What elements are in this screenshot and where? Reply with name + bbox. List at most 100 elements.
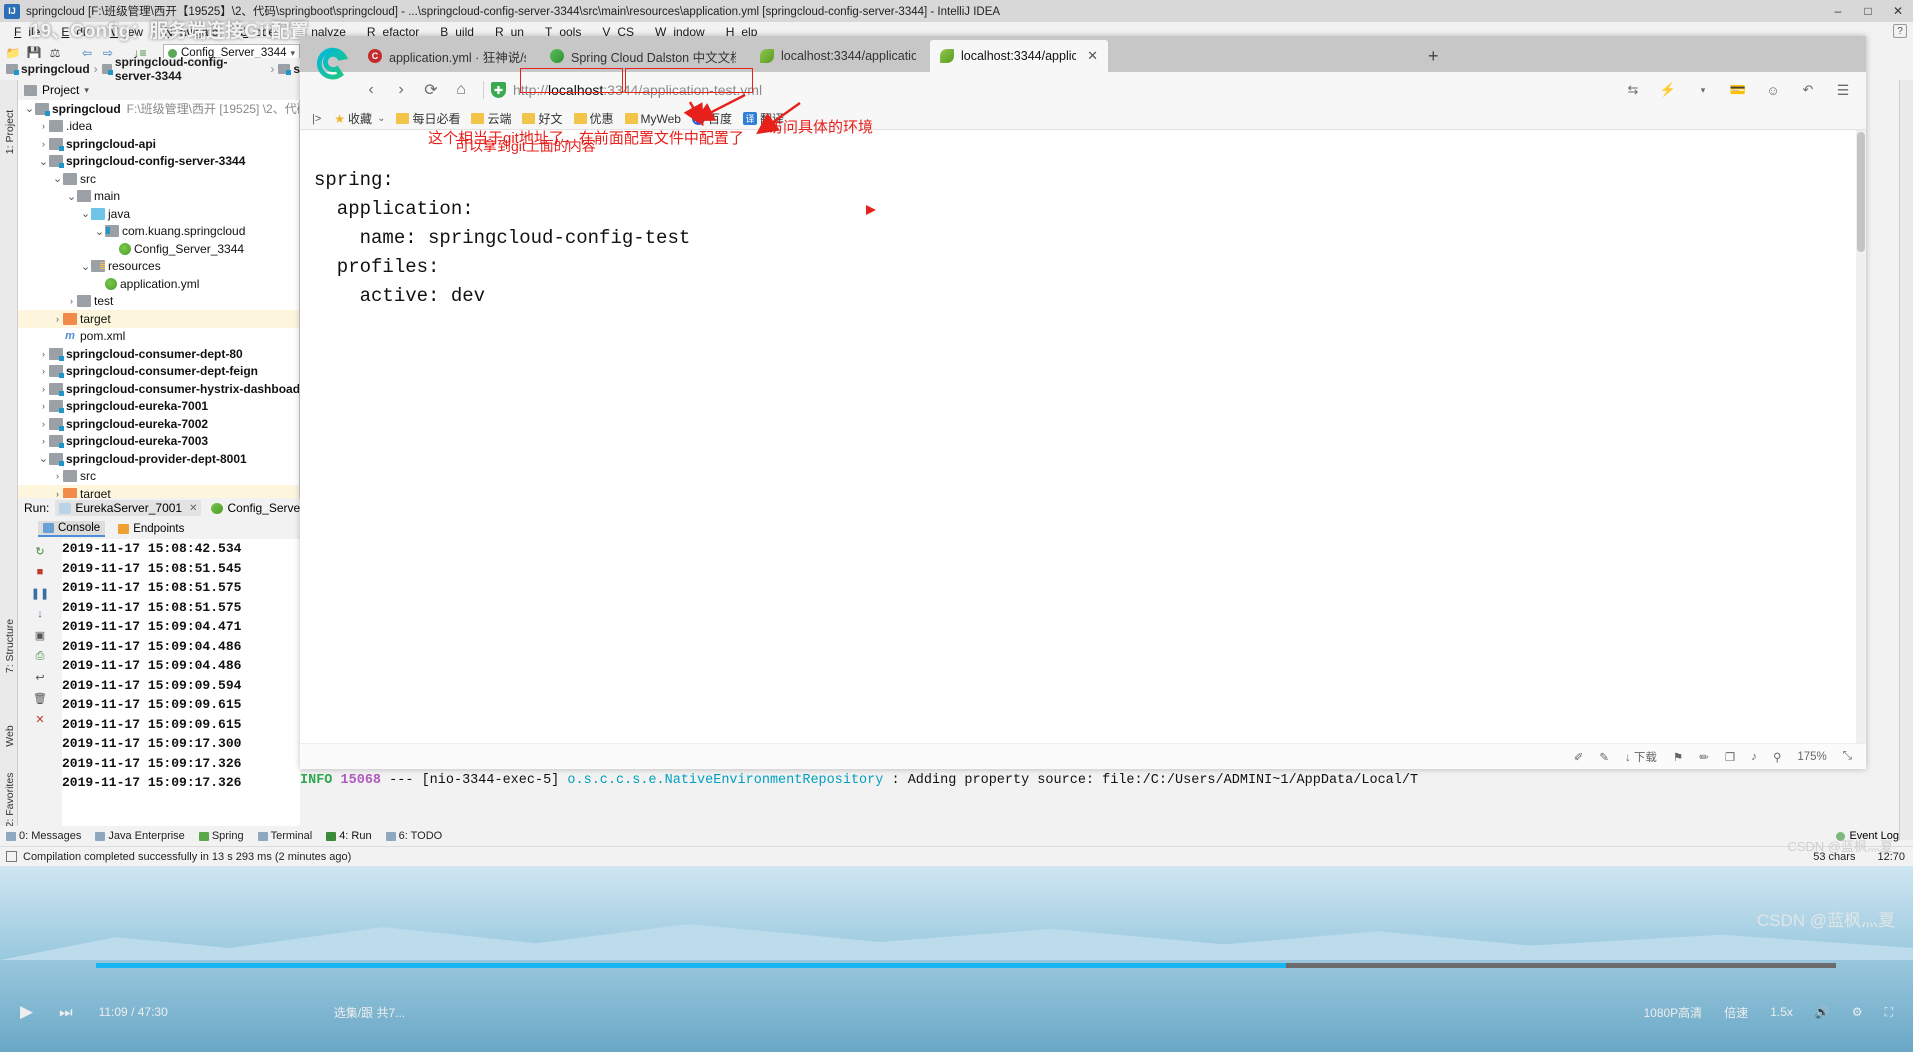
breadcrumb-item-0[interactable]: springcloud: [6, 62, 90, 76]
page-scrollbar[interactable]: [1856, 130, 1866, 743]
tree-node[interactable]: ⌄ com.kuang.springcloud: [18, 223, 299, 241]
sidebar-tab-web[interactable]: Web: [4, 704, 16, 768]
tree-node[interactable]: application.yml: [18, 275, 299, 293]
forward-button[interactable]: ›: [386, 75, 416, 105]
bookmark-0[interactable]: ★ 收藏 ⌄: [330, 109, 389, 128]
chevron-right-icon[interactable]: ›: [38, 366, 49, 376]
resize-icon[interactable]: ⤡: [1843, 750, 1852, 763]
flag-icon[interactable]: ⚑: [1673, 750, 1683, 764]
browser-tab-3[interactable]: localhost:3344/application-tes ✕: [930, 40, 1108, 72]
tool-window-terminal[interactable]: Terminal: [257, 830, 312, 842]
chevron-down-icon[interactable]: ▾: [1688, 75, 1718, 105]
tree-node[interactable]: ⌄ springcloud F:\班级管理\西开 [19525] \2、代码\spr…: [18, 100, 299, 118]
chevron-down-icon[interactable]: ⌄: [24, 102, 35, 115]
chevron-right-icon[interactable]: ›: [52, 314, 63, 324]
tree-node[interactable]: › springcloud-consumer-dept-80: [18, 345, 299, 363]
stop-icon[interactable]: ■: [31, 563, 49, 581]
chevron-right-icon[interactable]: ›: [38, 349, 49, 359]
trash-icon[interactable]: 🗑: [31, 689, 49, 707]
bookmark-6[interactable]: 熊百度: [688, 109, 736, 128]
wallet-icon[interactable]: 💳: [1723, 75, 1753, 105]
run-tab-0[interactable]: EurekaServer_7001 ✕: [55, 500, 202, 516]
tree-node[interactable]: › .idea: [18, 118, 299, 136]
status-175%[interactable]: 175%: [1797, 751, 1826, 763]
chevron-right-icon[interactable]: ›: [38, 139, 49, 149]
video-playlist-label[interactable]: 选集/跟 共7...: [334, 1004, 405, 1021]
run-subtab-console[interactable]: Console: [38, 520, 106, 537]
reload-button[interactable]: ⟳: [416, 75, 446, 105]
new-tab-button[interactable]: +: [1428, 46, 1439, 67]
console-output[interactable]: 2019-11-17 15:08:42.534 2019-11-17 15:08:…: [62, 539, 300, 839]
chevron-right-icon[interactable]: ›: [66, 296, 77, 306]
status-下载[interactable]: ↓ 下载: [1625, 749, 1657, 765]
tree-node[interactable]: › springcloud-consumer-dept-feign: [18, 363, 299, 381]
browser-tab-2[interactable]: localhost:3344/application-de: [750, 40, 926, 72]
tree-node[interactable]: ⌄ src: [18, 170, 299, 188]
pen-icon[interactable]: ✎: [1599, 750, 1609, 764]
close-icon[interactable]: ✕: [31, 710, 49, 728]
sound-icon[interactable]: ♪: [1751, 751, 1757, 763]
tool-window-spring[interactable]: Spring: [198, 830, 244, 842]
bookmark-4[interactable]: 优惠: [570, 109, 618, 128]
tree-node[interactable]: ⌄ springcloud-provider-dept-8001: [18, 450, 299, 468]
browser-tab-0[interactable]: Capplication.yml · 狂神说/spring: [358, 40, 536, 72]
tree-node[interactable]: ⌄ main: [18, 188, 299, 206]
tree-node[interactable]: › target: [18, 310, 299, 328]
pause-icon[interactable]: ❚❚: [31, 584, 49, 602]
chevron-down-icon[interactable]: ⌄: [66, 190, 77, 203]
video-progress-track[interactable]: [96, 963, 1836, 968]
tree-node[interactable]: › target: [18, 485, 299, 498]
chevron-down-icon[interactable]: ⌄: [52, 172, 63, 185]
maximize-button[interactable]: □: [1853, 0, 1883, 22]
chevron-right-icon[interactable]: ›: [38, 384, 49, 394]
video-quality[interactable]: 1080P高清: [1643, 1004, 1702, 1021]
chevron-right-icon[interactable]: ›: [38, 401, 49, 411]
tree-node[interactable]: ⌄ resources: [18, 258, 299, 276]
close-button[interactable]: ✕: [1883, 0, 1913, 22]
tool-window--messages[interactable]: 0: Messages: [6, 830, 81, 842]
help-badge[interactable]: ?: [1893, 24, 1907, 38]
pin-icon[interactable]: ✐: [1574, 750, 1584, 764]
chevron-down-icon[interactable]: ▾: [84, 85, 89, 96]
chevron-down-icon[interactable]: ⌄: [80, 260, 91, 273]
copy-icon[interactable]: ❐: [1725, 750, 1735, 764]
search-icon[interactable]: ⚲: [1773, 750, 1781, 764]
close-icon[interactable]: ✕: [1087, 48, 1098, 64]
chevron-right-icon[interactable]: ›: [52, 471, 63, 481]
home-button[interactable]: ⌂: [446, 75, 476, 105]
tree-node[interactable]: › springcloud-consumer-hystrix-dashboad: [18, 380, 299, 398]
breadcrumb-item-1[interactable]: springcloud-config-server-3344: [101, 55, 267, 83]
chevron-down-icon[interactable]: ⌄: [80, 207, 91, 220]
chevron-right-icon[interactable]: ›: [38, 121, 49, 131]
sidebar-tab-project[interactable]: 1: Project: [4, 100, 16, 164]
tree-node[interactable]: › springcloud-eureka-7001: [18, 398, 299, 416]
smile-icon[interactable]: ☺: [1758, 75, 1788, 105]
chevron-right-icon[interactable]: ›: [38, 436, 49, 446]
print-icon[interactable]: ⎙: [31, 647, 49, 665]
chevron-right-icon[interactable]: ›: [52, 489, 63, 498]
run-subtab-endpoints[interactable]: Endpoints: [113, 522, 189, 536]
breadcrumb-item-2[interactable]: s: [278, 62, 300, 76]
tree-node[interactable]: ⌄ java: [18, 205, 299, 223]
tree-node[interactable]: › src: [18, 468, 299, 486]
next-button[interactable]: ⏭: [59, 1004, 73, 1021]
project-tree[interactable]: ⌄ springcloud F:\班级管理\西开 [19525] \2、代码\spr…: [18, 100, 300, 498]
share-icon[interactable]: ⇆: [1618, 75, 1648, 105]
lightning-icon[interactable]: ⚡: [1653, 75, 1683, 105]
sidebar-tab-structure[interactable]: 7: Structure: [4, 614, 16, 678]
tool-window--todo[interactable]: 6: TODO: [385, 830, 442, 842]
camera-icon[interactable]: ▣: [31, 626, 49, 644]
menu-icon[interactable]: ☰: [1828, 75, 1858, 105]
bookmark-2[interactable]: 云端: [467, 109, 515, 128]
back-button[interactable]: ‹: [356, 75, 386, 105]
tree-node[interactable]: Config_Server_3344: [18, 240, 299, 258]
undo-icon[interactable]: ↶: [1793, 75, 1823, 105]
chevron-down-icon[interactable]: ⌄: [377, 113, 385, 124]
chevron-down-icon[interactable]: ⌄: [38, 452, 49, 465]
tree-node[interactable]: › springcloud-eureka-7002: [18, 415, 299, 433]
tool-window-java-enterprise[interactable]: Java Enterprise: [95, 830, 185, 842]
bookmarks-toggle-icon[interactable]: |>: [306, 113, 327, 125]
play-button[interactable]: ▶: [20, 1002, 33, 1022]
scroll-down-icon[interactable]: ↓: [31, 605, 49, 623]
chevron-down-icon[interactable]: ⌄: [38, 155, 49, 168]
